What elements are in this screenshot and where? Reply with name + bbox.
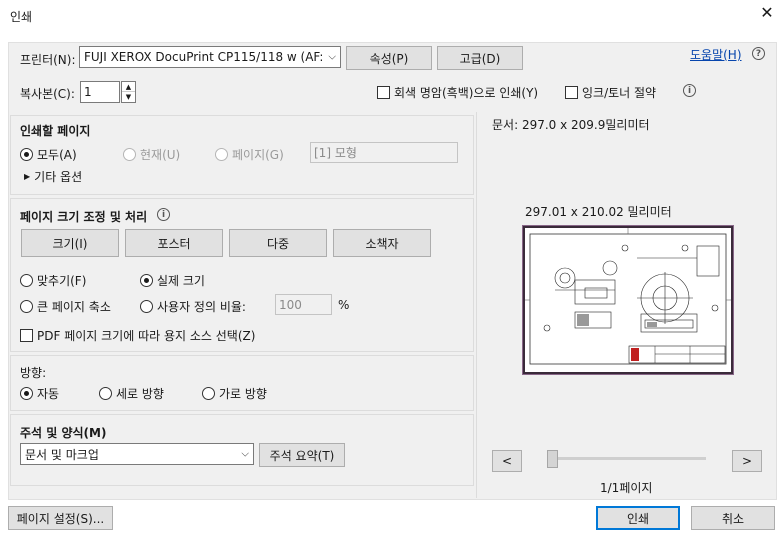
- printer-label: 프린터(N):: [20, 53, 76, 67]
- prev-page-button[interactable]: <: [492, 450, 522, 472]
- orientation-portrait-radio[interactable]: [99, 387, 112, 400]
- actual-size-option[interactable]: 실제 크기: [140, 272, 205, 289]
- technical-drawing-thumbnail: [525, 228, 731, 365]
- page-slider-track[interactable]: [548, 457, 706, 460]
- close-icon[interactable]: ✕: [758, 4, 776, 22]
- document-size-label: 문서: 297.0 x 209.9밀리미터: [492, 118, 650, 132]
- orientation-portrait-option[interactable]: 세로 방향: [99, 385, 164, 402]
- fit-radio[interactable]: [20, 274, 33, 287]
- fit-label: 맞추기(F): [37, 274, 87, 288]
- paper-source-label: PDF 페이지 크기에 따라 용지 소스 선택(Z): [37, 329, 256, 343]
- paper-source-option[interactable]: PDF 페이지 크기에 따라 용지 소스 선택(Z): [20, 327, 255, 344]
- summarize-comments-button[interactable]: 주석 요약(T): [259, 443, 345, 467]
- custom-scale-option[interactable]: 사용자 정의 비율:: [140, 298, 246, 315]
- print-button[interactable]: 인쇄: [596, 506, 680, 530]
- page-slider-thumb[interactable]: [547, 450, 558, 468]
- page-preview: [523, 226, 733, 374]
- actual-size-label: 실제 크기: [157, 274, 205, 288]
- help-info-icon[interactable]: ?: [752, 47, 765, 60]
- shrink-option[interactable]: 큰 페이지 축소: [20, 298, 111, 315]
- stepper-up-icon[interactable]: ▲: [122, 82, 135, 92]
- percent-label: %: [338, 298, 350, 312]
- pages-range-input[interactable]: [1] 모형: [310, 142, 458, 163]
- more-options-toggle[interactable]: ▶ 기타 옵션: [24, 168, 82, 185]
- orientation-landscape-option[interactable]: 가로 방향: [202, 385, 267, 402]
- pages-all-label: 모두(A): [37, 148, 77, 162]
- multiple-button[interactable]: 다중: [229, 229, 327, 257]
- save-ink-option[interactable]: 잉크/토너 절약: [565, 84, 656, 101]
- orientation-landscape-radio[interactable]: [202, 387, 215, 400]
- copies-input[interactable]: 1: [80, 81, 120, 103]
- orientation-auto-option[interactable]: 자동: [20, 385, 59, 402]
- help-link[interactable]: 도움말(H): [690, 46, 742, 63]
- orientation-portrait-label: 세로 방향: [116, 387, 164, 401]
- page-sizing-heading: 페이지 크기 조정 및 처리: [20, 210, 148, 224]
- comments-forms-select[interactable]: 문서 및 마크업 ⌵: [20, 443, 254, 465]
- more-options-label: 기타 옵션: [34, 170, 83, 184]
- comments-forms-heading: 주석 및 양식(M): [20, 426, 107, 440]
- page-sizing-info-icon[interactable]: i: [157, 208, 170, 221]
- pages-current-option[interactable]: 현재(U): [123, 146, 180, 163]
- pages-all-option[interactable]: 모두(A): [20, 146, 77, 163]
- pages-range-radio[interactable]: [215, 148, 228, 161]
- orientation-group: [10, 355, 474, 411]
- poster-button[interactable]: 포스터: [125, 229, 223, 257]
- page-setup-button[interactable]: 페이지 설정(S)...: [8, 506, 113, 530]
- orientation-auto-label: 자동: [37, 387, 60, 401]
- info-icon[interactable]: i: [683, 84, 696, 97]
- grayscale-option[interactable]: 회색 명암(흑백)으로 인쇄(Y): [377, 84, 538, 101]
- stepper-down-icon[interactable]: ▼: [122, 92, 135, 102]
- advanced-button[interactable]: 고급(D): [437, 46, 523, 70]
- save-ink-label: 잉크/토너 절약: [582, 86, 657, 100]
- properties-button[interactable]: 속성(P): [346, 46, 432, 70]
- cancel-button[interactable]: 취소: [691, 506, 775, 530]
- orientation-auto-radio[interactable]: [20, 387, 33, 400]
- orientation-heading: 방향:: [20, 366, 47, 380]
- paper-source-checkbox[interactable]: [20, 329, 33, 342]
- actual-size-radio[interactable]: [140, 274, 153, 287]
- pages-range-label: 페이지(G): [232, 148, 284, 162]
- booklet-button[interactable]: 소책자: [333, 229, 431, 257]
- copies-stepper[interactable]: ▲ ▼: [121, 81, 136, 103]
- pages-current-radio[interactable]: [123, 148, 136, 161]
- orientation-landscape-label: 가로 방향: [219, 387, 267, 401]
- grayscale-label: 회색 명암(흑백)으로 인쇄(Y): [394, 86, 539, 100]
- page-indicator: 1/1페이지: [600, 481, 653, 495]
- grayscale-checkbox[interactable]: [377, 86, 390, 99]
- pages-range-option[interactable]: 페이지(G): [215, 146, 284, 163]
- custom-scale-label: 사용자 정의 비율:: [157, 300, 246, 314]
- custom-scale-input[interactable]: 100: [275, 294, 332, 315]
- pages-to-print-heading: 인쇄할 페이지: [20, 124, 91, 138]
- page-size-label: 297.01 x 210.02 밀리미터: [525, 205, 672, 219]
- pages-all-radio[interactable]: [20, 148, 33, 161]
- triangle-right-icon: ▶: [24, 172, 31, 181]
- comments-forms-selected-value: 문서 및 마크업: [25, 447, 99, 462]
- window-title: 인쇄: [10, 10, 33, 24]
- size-button[interactable]: 크기(I): [21, 229, 119, 257]
- shrink-radio[interactable]: [20, 300, 33, 313]
- shrink-label: 큰 페이지 축소: [37, 300, 111, 314]
- fit-option[interactable]: 맞추기(F): [20, 272, 86, 289]
- save-ink-checkbox[interactable]: [565, 86, 578, 99]
- pages-current-label: 현재(U): [140, 148, 181, 162]
- printer-select[interactable]: FUJI XEROX DocuPrint CP115/118 w (AF:AB:…: [79, 46, 341, 68]
- copies-label: 복사본(C):: [20, 87, 75, 101]
- custom-scale-radio[interactable]: [140, 300, 153, 313]
- printer-selected-value: FUJI XEROX DocuPrint CP115/118 w (AF:AB:…: [84, 50, 322, 64]
- chevron-down-icon: ⌵: [241, 448, 249, 460]
- next-page-button[interactable]: >: [732, 450, 762, 472]
- chevron-down-icon: ⌵: [328, 51, 336, 63]
